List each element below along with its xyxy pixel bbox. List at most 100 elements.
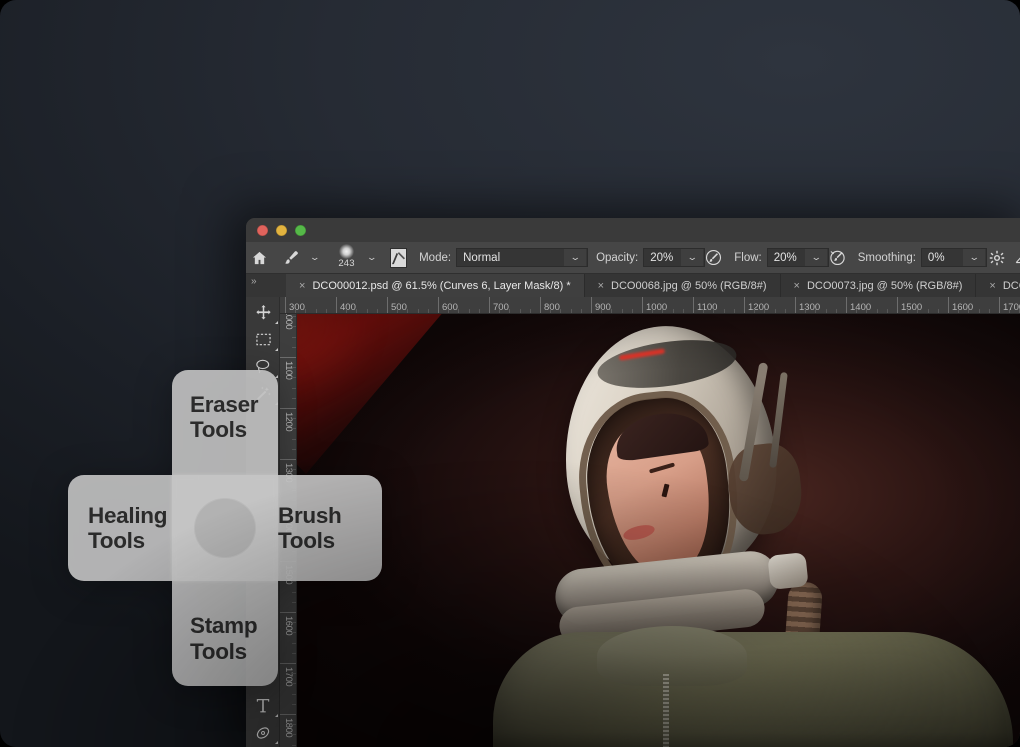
ruler-minor-tick — [662, 309, 664, 313]
brush-tool-group[interactable]: ⌄ — [279, 247, 322, 269]
chevron-down-icon[interactable]: ⌄ — [361, 253, 381, 262]
ruler-minor-tick — [478, 309, 480, 313]
gear-icon[interactable] — [989, 247, 1005, 269]
ruler-minor-tick — [458, 309, 460, 313]
type-tool[interactable] — [246, 692, 280, 719]
angle-group[interactable]: 0° — [1011, 247, 1020, 269]
ruler-minor-tick — [856, 309, 858, 313]
smoothing-input[interactable]: 0% ⌄ — [920, 248, 987, 267]
blend-mode-group[interactable]: Mode: Normal ⌄ — [419, 248, 589, 267]
close-icon[interactable]: × — [598, 280, 604, 292]
ruler-tick-label: 1200 — [748, 302, 770, 313]
close-icon[interactable]: × — [299, 280, 305, 292]
ruler-minor-tick — [805, 309, 807, 313]
horizontal-ruler[interactable]: 300 400 500 600 700 800 900 1000 1100 1200 1300 140… — [280, 297, 1020, 314]
ruler-minor-tick — [968, 309, 970, 313]
canvas-area: 300 400 500 600 700 800 900 1000 1100 1200 1300 140… — [280, 297, 1020, 747]
opacity-value[interactable]: 20% — [643, 248, 686, 267]
ruler-tick-label: 1000 — [646, 302, 668, 313]
ruler-minor-tick — [292, 734, 296, 736]
ruler-minor-tick — [550, 309, 552, 313]
ruler-minor-tick — [703, 309, 705, 313]
close-button[interactable] — [257, 224, 268, 236]
ruler-minor-tick — [1009, 309, 1011, 313]
minimize-button[interactable] — [276, 224, 287, 236]
ruler-minor-tick — [958, 309, 960, 313]
home-icon[interactable] — [252, 247, 267, 269]
mode-value[interactable]: Normal — [456, 248, 569, 267]
pressure-opacity-icon[interactable] — [705, 247, 722, 269]
zoom-button[interactable] — [295, 224, 306, 236]
tab-label: DCO0068.jpg @ 50% (RGB/8#) — [611, 279, 767, 292]
angle-icon — [1011, 247, 1020, 269]
ruler-minor-tick — [427, 309, 429, 313]
document-tab-bar: × DCO00012.psd @ 61.5% (Curves 6, Layer … — [246, 274, 1020, 297]
ruler-minor-tick — [499, 309, 501, 313]
opacity-group[interactable]: Opacity: 20% ⌄ — [596, 248, 706, 267]
brush-size-group[interactable]: 243 ⌄ — [334, 243, 381, 271]
flow-value[interactable]: 20% — [766, 248, 809, 267]
document-tab[interactable]: × DCO00012.psd @ 61.5% (Curves 6, Layer … — [286, 274, 585, 297]
flow-label: Flow: — [734, 251, 762, 264]
move-tool[interactable] — [246, 299, 280, 326]
ruler-minor-tick — [315, 309, 317, 313]
chevron-down-icon[interactable]: ⌄ — [681, 248, 706, 267]
chevron-down-icon[interactable]: ⌄ — [305, 253, 325, 262]
brush-preset-icon[interactable] — [390, 247, 408, 268]
ruler-minor-tick — [601, 309, 603, 313]
mode-select[interactable]: Normal ⌄ — [456, 248, 589, 267]
close-icon[interactable]: × — [989, 280, 995, 292]
ruler-minor-tick — [509, 309, 511, 313]
ruler-minor-tick — [978, 309, 980, 313]
ruler-minor-tick — [713, 309, 715, 313]
document-canvas[interactable] — [297, 314, 1020, 747]
radial-menu-label: Stamp Tools — [190, 613, 258, 664]
chevron-double-right-icon[interactable]: » — [251, 276, 256, 287]
chevron-down-icon[interactable]: ⌄ — [804, 248, 829, 267]
ruler-minor-tick — [825, 309, 827, 313]
tool-options-bar: ⌄ 243 ⌄ Mode: Normal ⌄ Opacity: 20% ⌄ Fl… — [246, 242, 1020, 274]
airbrush-icon[interactable] — [829, 247, 846, 269]
window-titlebar — [246, 218, 1020, 242]
smoothing-value[interactable]: 0% — [920, 248, 967, 267]
chevron-down-icon[interactable]: ⌄ — [962, 248, 987, 267]
close-icon[interactable]: × — [794, 280, 800, 292]
marquee-tool[interactable] — [246, 326, 280, 353]
brush-tip-icon — [339, 243, 355, 259]
ruler-minor-tick — [397, 309, 399, 313]
document-tab[interactable]: × DCO0073.jpg @ 50% (RGB/8#) — [781, 274, 977, 297]
radial-tool-menu[interactable]: Eraser Tools Stamp Tools Healing Tools B… — [68, 370, 382, 686]
ruler-minor-tick — [774, 309, 776, 313]
ruler-minor-tick — [907, 309, 909, 313]
ruler-tick-label: 900 — [595, 302, 611, 313]
ruler-minor-tick — [652, 309, 654, 313]
document-tab[interactable]: × DCO0062.psd @ 50% — [976, 274, 1020, 297]
smoothing-group[interactable]: Smoothing: 0% ⌄ — [858, 248, 987, 267]
ruler-minor-tick — [754, 309, 756, 313]
flow-input[interactable]: 20% ⌄ — [766, 248, 829, 267]
brush-icon[interactable] — [279, 247, 303, 269]
ruler-minor-tick — [468, 309, 470, 313]
ruler-minor-tick — [417, 309, 419, 313]
ruler-minor-tick — [292, 316, 296, 318]
tab-label: DCO00012.psd @ 61.5% (Curves 6, Layer Ma… — [312, 279, 571, 292]
ruler-minor-tick — [366, 309, 368, 313]
pen-path-tool[interactable] — [246, 719, 280, 746]
ruler-minor-tick — [631, 309, 633, 313]
ruler-minor-tick — [292, 326, 296, 328]
chevron-down-icon[interactable]: ⌄ — [564, 248, 589, 267]
opacity-input[interactable]: 20% ⌄ — [643, 248, 706, 267]
ruler-minor-tick — [292, 744, 296, 746]
document-tab[interactable]: × DCO0068.jpg @ 50% (RGB/8#) — [585, 274, 781, 297]
ruler-minor-tick — [305, 309, 307, 313]
ruler-tick-label: 600 — [442, 302, 458, 313]
flow-group[interactable]: Flow: 20% ⌄ — [734, 248, 829, 267]
brush-size-preview[interactable]: 243 — [334, 243, 360, 271]
ruler-minor-tick — [611, 309, 613, 313]
ruler-minor-tick — [529, 309, 531, 313]
ruler-minor-tick — [621, 309, 623, 313]
tool-more-indicator — [275, 321, 278, 324]
radial-menu-hub[interactable] — [194, 498, 256, 558]
ruler-minor-tick — [815, 309, 817, 313]
ruler-minor-tick — [292, 703, 296, 705]
